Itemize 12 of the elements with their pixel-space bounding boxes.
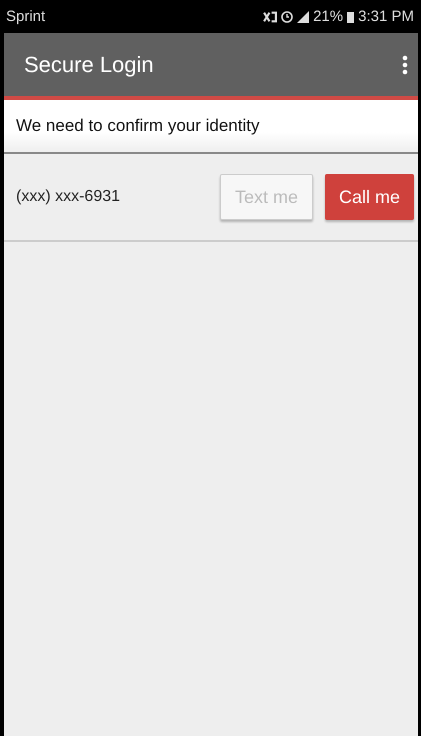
call-button[interactable]: Call me: [324, 174, 414, 220]
toolbar-title: Secure Login: [24, 52, 154, 78]
clock-time: 3:31 PM: [358, 8, 414, 25]
phone-number: (xxx) xxx-6931: [16, 188, 122, 206]
mute-icon: [263, 10, 278, 22]
signal-icon: [297, 10, 310, 22]
more-menu-icon[interactable]: [402, 54, 408, 74]
carrier-name: Sprint: [6, 8, 46, 25]
battery-icon: [347, 10, 354, 22]
battery-percent: 21%: [313, 8, 344, 25]
header-text: We need to confirm your identity: [16, 116, 260, 136]
alarm-icon: [281, 10, 294, 22]
